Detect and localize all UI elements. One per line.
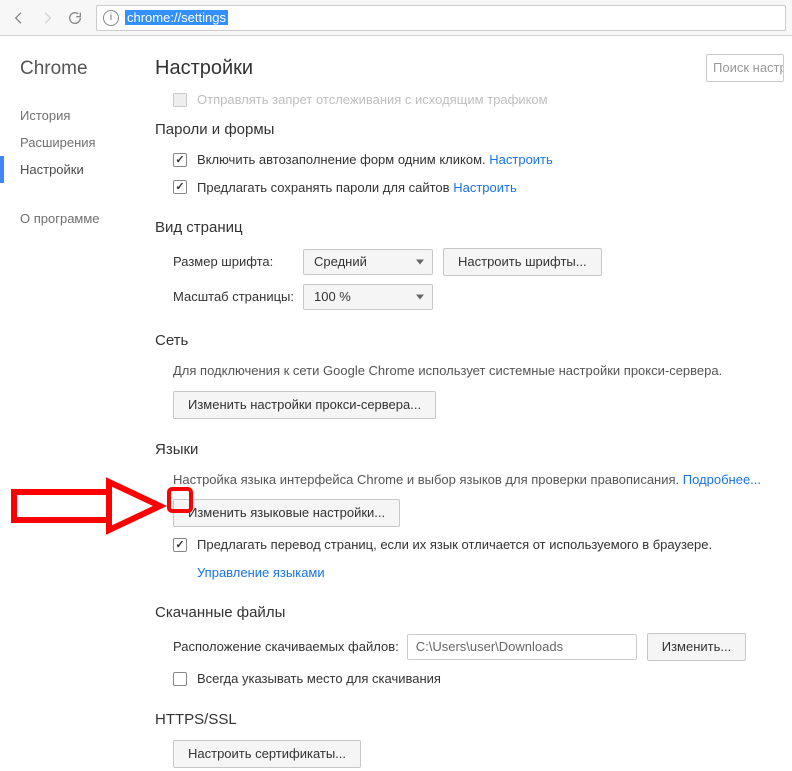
page-zoom-row: Масштаб страницы: 100 % — [173, 284, 784, 310]
save-passwords-row: Предлагать сохранять пароли для сайтов Н… — [173, 178, 784, 198]
address-bar[interactable]: i chrome://settings — [96, 5, 786, 31]
arrow-right-icon — [39, 10, 55, 26]
languages-desc: Настройка языка интерфейса Chrome и выбо… — [173, 470, 784, 490]
section-passwords-title: Пароли и формы — [155, 121, 784, 138]
manage-languages-link[interactable]: Управление языками — [197, 563, 325, 583]
translate-row: Предлагать перевод страниц, если их язык… — [173, 535, 784, 555]
language-settings-button[interactable]: Изменить языковые настройки... — [173, 499, 400, 527]
download-ask-label: Всегда указывать место для скачивания — [197, 669, 441, 689]
languages-more-link[interactable]: Подробнее... — [683, 472, 761, 487]
reload-icon — [67, 10, 83, 26]
page-title: Настройки — [155, 57, 253, 80]
certificates-button[interactable]: Настроить сертификаты... — [173, 740, 361, 768]
settings-content: Настройки Поиск настро Отправлять запрет… — [155, 36, 792, 771]
section-appearance-title: Вид страниц — [155, 219, 784, 236]
download-location-label: Расположение скачиваемых файлов: — [173, 637, 399, 657]
font-size-label: Размер шрифта: — [173, 252, 303, 272]
manage-languages-row: Управление языками — [173, 563, 784, 583]
save-passwords-checkbox[interactable] — [173, 180, 187, 194]
sidebar-item-about[interactable]: О программе — [20, 205, 155, 232]
do-not-track-checkbox[interactable] — [173, 93, 187, 107]
translate-checkbox[interactable] — [173, 538, 187, 552]
proxy-settings-button[interactable]: Изменить настройки прокси-сервера... — [173, 391, 436, 419]
download-location-row: Расположение скачиваемых файлов: C:\User… — [173, 633, 784, 661]
download-ask-checkbox[interactable] — [173, 672, 187, 686]
autofill-configure-link[interactable]: Настроить — [489, 150, 553, 170]
sidebar-item-settings[interactable]: Настройки — [0, 156, 155, 183]
download-ask-row: Всегда указывать место для скачивания — [173, 669, 784, 689]
customize-fonts-button[interactable]: Настроить шрифты... — [443, 248, 602, 276]
sidebar-title: Chrome — [20, 58, 155, 80]
section-downloads-title: Скачанные файлы — [155, 604, 784, 621]
sidebar-item-extensions[interactable]: Расширения — [20, 129, 155, 156]
font-size-select[interactable]: Средний — [303, 249, 433, 275]
forward-button[interactable] — [34, 5, 60, 31]
sidebar: Chrome История Расширения Настройки О пр… — [0, 36, 155, 771]
page-zoom-select[interactable]: 100 % — [303, 284, 433, 310]
settings-search-input[interactable]: Поиск настро — [706, 54, 784, 82]
section-https-title: HTTPS/SSL — [155, 711, 784, 728]
download-change-button[interactable]: Изменить... — [647, 633, 746, 661]
browser-toolbar: i chrome://settings — [0, 0, 792, 36]
back-button[interactable] — [6, 5, 32, 31]
section-network-title: Сеть — [155, 332, 784, 349]
save-passwords-label: Предлагать сохранять пароли для сайтов — [197, 178, 450, 198]
do-not-track-row: Отправлять запрет отслеживания с исходящ… — [173, 92, 784, 107]
autofill-checkbox[interactable] — [173, 153, 187, 167]
font-size-row: Размер шрифта: Средний Настроить шрифты.… — [173, 248, 784, 276]
network-desc: Для подключения к сети Google Chrome исп… — [173, 361, 784, 381]
proxy-row: Изменить настройки прокси-сервера... — [173, 391, 784, 419]
save-passwords-configure-link[interactable]: Настроить — [453, 178, 517, 198]
url-text: chrome://settings — [125, 10, 228, 25]
language-settings-row: Изменить языковые настройки... — [173, 499, 784, 527]
autofill-row: Включить автозаполнение форм одним клико… — [173, 150, 784, 170]
sidebar-item-history[interactable]: История — [20, 102, 155, 129]
autofill-label: Включить автозаполнение форм одним клико… — [197, 150, 486, 170]
section-languages-title: Языки — [155, 441, 784, 458]
info-icon[interactable]: i — [103, 10, 119, 26]
translate-label: Предлагать перевод страниц, если их язык… — [197, 535, 712, 555]
reload-button[interactable] — [62, 5, 88, 31]
arrow-left-icon — [11, 10, 27, 26]
do-not-track-label: Отправлять запрет отслеживания с исходящ… — [197, 92, 548, 107]
download-location-input[interactable]: C:\Users\user\Downloads — [407, 634, 637, 660]
page-zoom-label: Масштаб страницы: — [173, 287, 303, 307]
certificates-row: Настроить сертификаты... — [173, 740, 784, 768]
